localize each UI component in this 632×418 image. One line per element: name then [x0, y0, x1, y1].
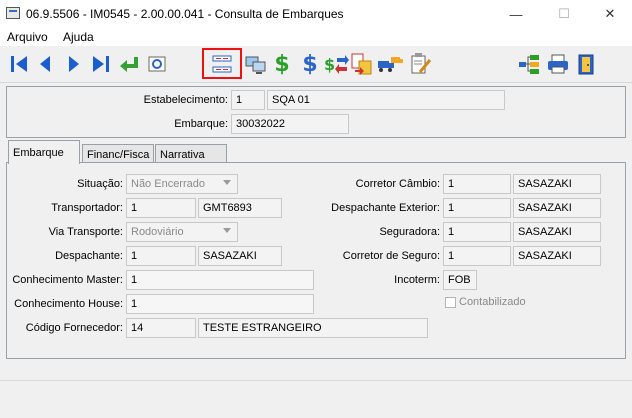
tab-financ-fisca[interactable]: Financ/Fisca [82, 144, 154, 164]
despachante-exterior-code-field[interactable]: 1 [443, 198, 511, 218]
corretor-cambio-label: Corretor Câmbio: [355, 178, 440, 190]
despachante-label: Despachante: [55, 250, 123, 262]
tree-structure-icon [519, 55, 539, 74]
exit-door-icon [578, 54, 594, 75]
corretor-seguro-label: Corretor de Seguro: [342, 250, 440, 262]
dollar-button[interactable]: $ [269, 50, 295, 78]
return-icon [120, 57, 138, 72]
toolbar: $ $ $ [0, 46, 632, 83]
via-transporte-select[interactable]: Rodoviário [126, 222, 238, 242]
print-button[interactable] [545, 50, 571, 78]
trucks-icon [378, 57, 403, 72]
document-transfer-button[interactable] [349, 50, 375, 78]
incoterm-field[interactable]: FOB [443, 270, 477, 290]
seguradora-label: Seguradora: [379, 226, 440, 238]
svg-text:$: $ [324, 55, 335, 74]
conhecimento-house-field[interactable]: 1 [126, 294, 314, 314]
previous-record-button[interactable] [32, 50, 58, 78]
last-record-button[interactable] [88, 50, 114, 78]
next-record-button[interactable] [60, 50, 86, 78]
transportador-name-field: GMT6893 [198, 198, 282, 218]
minimize-icon: — [509, 6, 523, 22]
printer-icon [548, 54, 568, 74]
dollar-outline-button[interactable]: $ [297, 50, 323, 78]
corretor-seguro-name-field: SASAZAKI [513, 246, 601, 266]
menu-ajuda[interactable]: Ajuda [63, 30, 94, 44]
computer-screen-button[interactable] [243, 50, 269, 78]
currency-exchange-button[interactable]: $ [323, 50, 349, 78]
trucks-button[interactable] [377, 50, 403, 78]
corretor-seguro-code-field[interactable]: 1 [443, 246, 511, 266]
tree-structure-button[interactable] [516, 50, 542, 78]
embarque-label: Embarque: [174, 118, 228, 130]
first-record-icon [11, 56, 27, 72]
chevron-down-icon [223, 180, 231, 185]
estabelecimento-name-field: SQA 01 [267, 90, 505, 110]
codigo-fornecedor-label: Código Fornecedor: [25, 322, 123, 334]
maximize-icon: ☐ [558, 6, 570, 21]
app-icon [6, 7, 20, 19]
chevron-down-icon [223, 228, 231, 233]
via-transporte-value: Rodoviário [131, 226, 184, 238]
estabelecimento-label: Estabelecimento: [143, 94, 228, 106]
estabelecimento-code-field[interactable]: 1 [231, 90, 265, 110]
corretor-cambio-code-field[interactable]: 1 [443, 174, 511, 194]
return-button[interactable] [116, 50, 142, 78]
seguradora-name-field: SASAZAKI [513, 222, 601, 242]
exit-button[interactable] [573, 50, 599, 78]
document-transfer-icon [351, 53, 372, 75]
currency-exchange-icon: $ [324, 55, 349, 74]
last-record-icon [93, 56, 109, 72]
dollar-outline-icon: $ [302, 51, 318, 77]
close-icon: ✕ [604, 6, 616, 21]
minimize-button[interactable]: — [496, 0, 536, 28]
previous-record-icon [40, 56, 50, 72]
situacao-label: Situação: [77, 178, 123, 190]
despachante-code-field[interactable]: 1 [126, 246, 196, 266]
menu-arquivo[interactable]: Arquivo [7, 30, 48, 44]
status-area [0, 380, 632, 418]
via-transporte-label: Via Transporte: [48, 226, 123, 238]
edit-form-button[interactable] [407, 50, 433, 78]
transportador-code-field[interactable]: 1 [126, 198, 196, 218]
contabilizado-checkbox[interactable] [445, 297, 456, 308]
next-record-icon [69, 56, 79, 72]
situacao-select[interactable]: Não Encerrado [126, 174, 238, 194]
highlight-box [202, 48, 242, 79]
tab-embarque[interactable]: Embarque [8, 140, 80, 164]
despachante-exterior-name-field: SASAZAKI [513, 198, 601, 218]
contabilizado-label: Contabilizado [459, 296, 526, 308]
first-record-button[interactable] [6, 50, 32, 78]
close-button[interactable]: ✕ [590, 0, 630, 28]
incoterm-label: Incoterm: [394, 274, 440, 286]
preview-button[interactable] [144, 50, 170, 78]
despachante-exterior-label: Despachante Exterior: [331, 202, 440, 214]
seguradora-code-field[interactable]: 1 [443, 222, 511, 242]
tab-narrativa[interactable]: Narrativa [155, 144, 227, 164]
despachante-name-field: SASAZAKI [198, 246, 282, 266]
preview-icon [148, 56, 166, 72]
conhecimento-master-field[interactable]: 1 [126, 270, 314, 290]
maximize-button[interactable]: ☐ [544, 0, 584, 28]
title-bar: 06.9.5506 - IM0545 - 2.00.00.041 - Consu… [0, 0, 632, 28]
conhecimento-house-label: Conhecimento House: [14, 298, 123, 310]
menu-bar: Arquivo Ajuda [0, 28, 632, 46]
codigo-fornecedor-code-field[interactable]: 14 [126, 318, 196, 338]
embarque-field[interactable]: 30032022 [231, 114, 349, 134]
situacao-value: Não Encerrado [131, 178, 205, 190]
edit-form-icon [411, 53, 432, 74]
computer-screen-icon [245, 56, 266, 74]
transportador-label: Transportador: [51, 202, 123, 214]
codigo-fornecedor-name-field: TESTE ESTRANGEIRO [198, 318, 428, 338]
conhecimento-master-label: Conhecimento Master: [12, 274, 123, 286]
dollar-icon: $ [274, 51, 290, 77]
corretor-cambio-name-field: SASAZAKI [513, 174, 601, 194]
window-title: 06.9.5506 - IM0545 - 2.00.00.041 - Consu… [26, 7, 344, 21]
